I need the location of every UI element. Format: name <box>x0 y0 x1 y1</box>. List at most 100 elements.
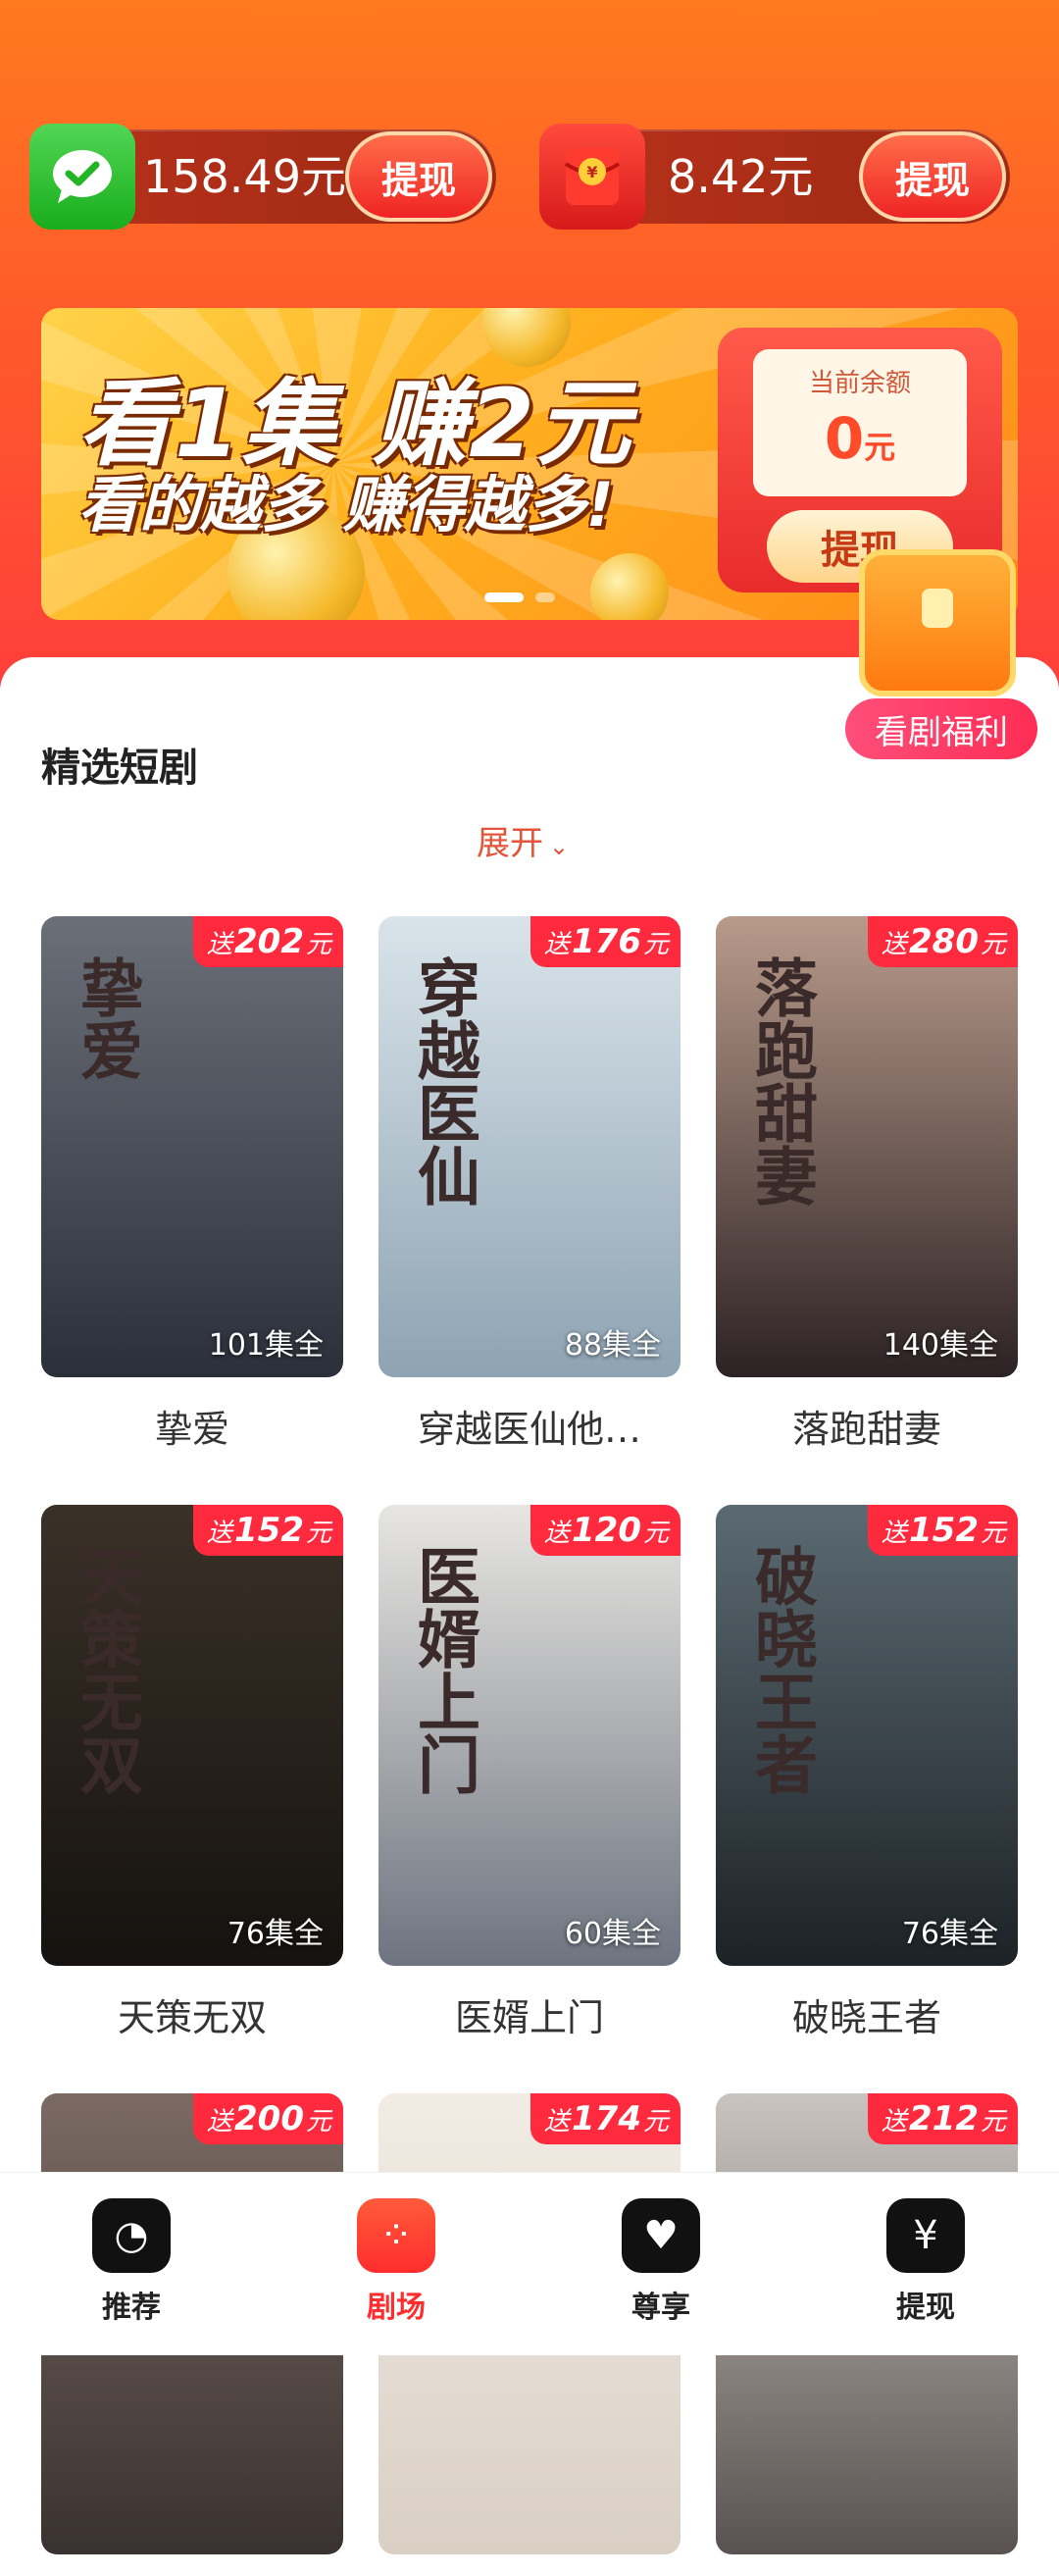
wechat-wallet: 158.49元 提现 <box>29 124 496 230</box>
bonus-amount: 152 <box>234 1511 304 1550</box>
bonus-amount: 280 <box>909 922 979 961</box>
episode-count: 76集全 <box>901 1917 998 1951</box>
bonus-amount: 200 <box>234 2099 304 2138</box>
drama-poster[interactable]: 挚爱送 202 元 101集全 <box>41 916 343 1377</box>
svg-text:¥: ¥ <box>586 163 597 181</box>
bonus-unit: 元 <box>980 1518 1006 1548</box>
carousel-dot-active <box>484 592 524 602</box>
carousel-dot <box>535 592 555 602</box>
bonus-badge: 送 152 元 <box>192 1505 343 1556</box>
bonus-prefix: 送 <box>881 1518 907 1548</box>
drama-card[interactable]: 挚爱送 202 元 101集全 挚爱 <box>41 916 343 1453</box>
episode-count: 88集全 <box>564 1328 661 1363</box>
drama-poster[interactable]: 破晓王者送 152 元 76集全 <box>716 1505 1018 1966</box>
drama-title[interactable]: 医婿上门 <box>378 1987 681 2041</box>
redpacket-wallet: ¥ 8.42元 提现 <box>539 124 1010 230</box>
bonus-badge: 送 200 元 <box>192 2093 343 2144</box>
bonus-prefix: 送 <box>543 929 570 959</box>
chevron-down-icon: ⌄ <box>549 833 570 860</box>
wechat-balance: 158.49元 <box>143 150 346 203</box>
drama-title[interactable]: 落跑甜妻 <box>716 1399 1018 1453</box>
recommend-icon: ◔ <box>92 2198 171 2273</box>
poster-title-art: 天策无双 <box>70 1544 142 1795</box>
bonus-unit: 元 <box>642 1518 669 1548</box>
wechat-withdraw-button[interactable]: 提现 <box>345 131 492 222</box>
bonus-prefix: 送 <box>881 929 907 959</box>
bonus-badge: 送 120 元 <box>530 1505 681 1556</box>
bonus-unit: 元 <box>305 929 331 959</box>
episode-count: 60集全 <box>564 1917 661 1951</box>
nav-label: 剧场 <box>367 2291 426 2325</box>
drama-section: 精选短剧 展开 ⌄ 挚爱送 202 元 101集全 挚爱 穿越医仙送 176 元 88集全 穿越医仙… <box>0 657 1059 2554</box>
balance-label: 当前余额 <box>808 369 911 398</box>
bonus-prefix: 送 <box>206 2106 232 2137</box>
balance-unit: 元 <box>864 429 896 466</box>
bonus-prefix: 送 <box>206 929 232 959</box>
nav-item-推荐[interactable]: ◔ 推荐 <box>53 2198 210 2326</box>
bonus-prefix: 送 <box>543 1518 570 1548</box>
bonus-unit: 元 <box>642 929 669 959</box>
poster-title-art: 挚爱 <box>70 955 142 1081</box>
bonus-badge: 送 174 元 <box>530 2093 681 2144</box>
drama-title[interactable]: 天策无双 <box>41 1987 343 2041</box>
balance-value: 0元 <box>824 405 896 472</box>
bonus-amount: 212 <box>909 2099 979 2138</box>
expand-button[interactable]: 展开 ⌄ <box>477 816 569 864</box>
drama-card[interactable]: 医婿上门送 120 元 60集全 医婿上门 <box>378 1505 681 2041</box>
bonus-badge: 送 152 元 <box>867 1505 1018 1556</box>
lock-icon <box>922 589 953 628</box>
drama-card[interactable]: 破晓王者送 152 元 76集全 破晓王者 <box>716 1505 1018 2041</box>
theater-icon: ⁘ <box>357 2198 435 2273</box>
drama-poster[interactable]: 医婿上门送 120 元 60集全 <box>378 1505 681 1966</box>
bonus-badge: 送 176 元 <box>530 916 681 967</box>
welfare-button[interactable]: 看剧福利 <box>845 698 1037 759</box>
bottom-nav: ◔ 推荐 ⁘ 剧场 ♥ 尊享 ¥ 提现 <box>0 2172 1059 2355</box>
drama-title[interactable]: 挚爱 <box>41 1399 343 1453</box>
section-title: 精选短剧 <box>41 746 198 791</box>
episode-count: 140集全 <box>882 1328 998 1363</box>
bonus-unit: 元 <box>980 929 1006 959</box>
drama-poster[interactable]: 天策无双送 152 元 76集全 <box>41 1505 343 1966</box>
yen-icon: ¥ <box>886 2198 965 2273</box>
treasure-chest-icon[interactable] <box>859 549 1016 696</box>
episode-count: 76集全 <box>227 1917 324 1951</box>
nav-item-尊享[interactable]: ♥ 尊享 <box>582 2198 739 2326</box>
wechat-icon <box>29 124 135 230</box>
redpacket-withdraw-button[interactable]: 提现 <box>859 131 1006 222</box>
bonus-amount: 120 <box>572 1511 641 1550</box>
bonus-badge: 送 280 元 <box>867 916 1018 967</box>
nav-label: 推荐 <box>102 2291 161 2325</box>
heart-icon: ♥ <box>622 2198 700 2273</box>
balance-panel: 当前余额 0元 <box>753 349 967 496</box>
nav-item-剧场[interactable]: ⁘ 剧场 <box>318 2198 475 2326</box>
bonus-amount: 174 <box>572 2099 641 2138</box>
poster-title-art: 穿越医仙 <box>407 955 479 1207</box>
poster-title-art: 破晓王者 <box>744 1544 817 1795</box>
carousel-indicator <box>484 592 555 602</box>
redpacket-balance: 8.42元 <box>668 150 814 203</box>
drama-poster[interactable]: 穿越医仙送 176 元 88集全 <box>378 916 681 1377</box>
red-packet-icon: ¥ <box>539 124 645 230</box>
nav-label: 尊享 <box>631 2291 690 2325</box>
bonus-prefix: 送 <box>206 1518 232 1548</box>
bonus-prefix: 送 <box>881 2106 907 2137</box>
bonus-amount: 202 <box>234 922 304 961</box>
bonus-unit: 元 <box>980 2106 1006 2137</box>
poster-title-art: 落跑甜妻 <box>744 955 817 1207</box>
bonus-prefix: 送 <box>543 2106 570 2137</box>
bonus-unit: 元 <box>305 1518 331 1548</box>
nav-item-提现[interactable]: ¥ 提现 <box>847 2198 1004 2326</box>
episode-count: 101集全 <box>208 1328 324 1363</box>
bonus-amount: 176 <box>572 922 641 961</box>
drama-card[interactable]: 落跑甜妻送 280 元 140集全 落跑甜妻 <box>716 916 1018 1453</box>
drama-card[interactable]: 穿越医仙送 176 元 88集全 穿越医仙他… <box>378 916 681 1453</box>
drama-title[interactable]: 破晓王者 <box>716 1987 1018 2041</box>
drama-title[interactable]: 穿越医仙他… <box>378 1399 681 1453</box>
poster-title-art: 医婿上门 <box>407 1544 479 1795</box>
banner-subheadline: 看的越多 赚得越多! <box>78 469 614 541</box>
bonus-unit: 元 <box>642 2106 669 2137</box>
bonus-amount: 152 <box>909 1511 979 1550</box>
drama-poster[interactable]: 落跑甜妻送 280 元 140集全 <box>716 916 1018 1377</box>
bonus-badge: 送 202 元 <box>192 916 343 967</box>
drama-card[interactable]: 天策无双送 152 元 76集全 天策无双 <box>41 1505 343 2041</box>
